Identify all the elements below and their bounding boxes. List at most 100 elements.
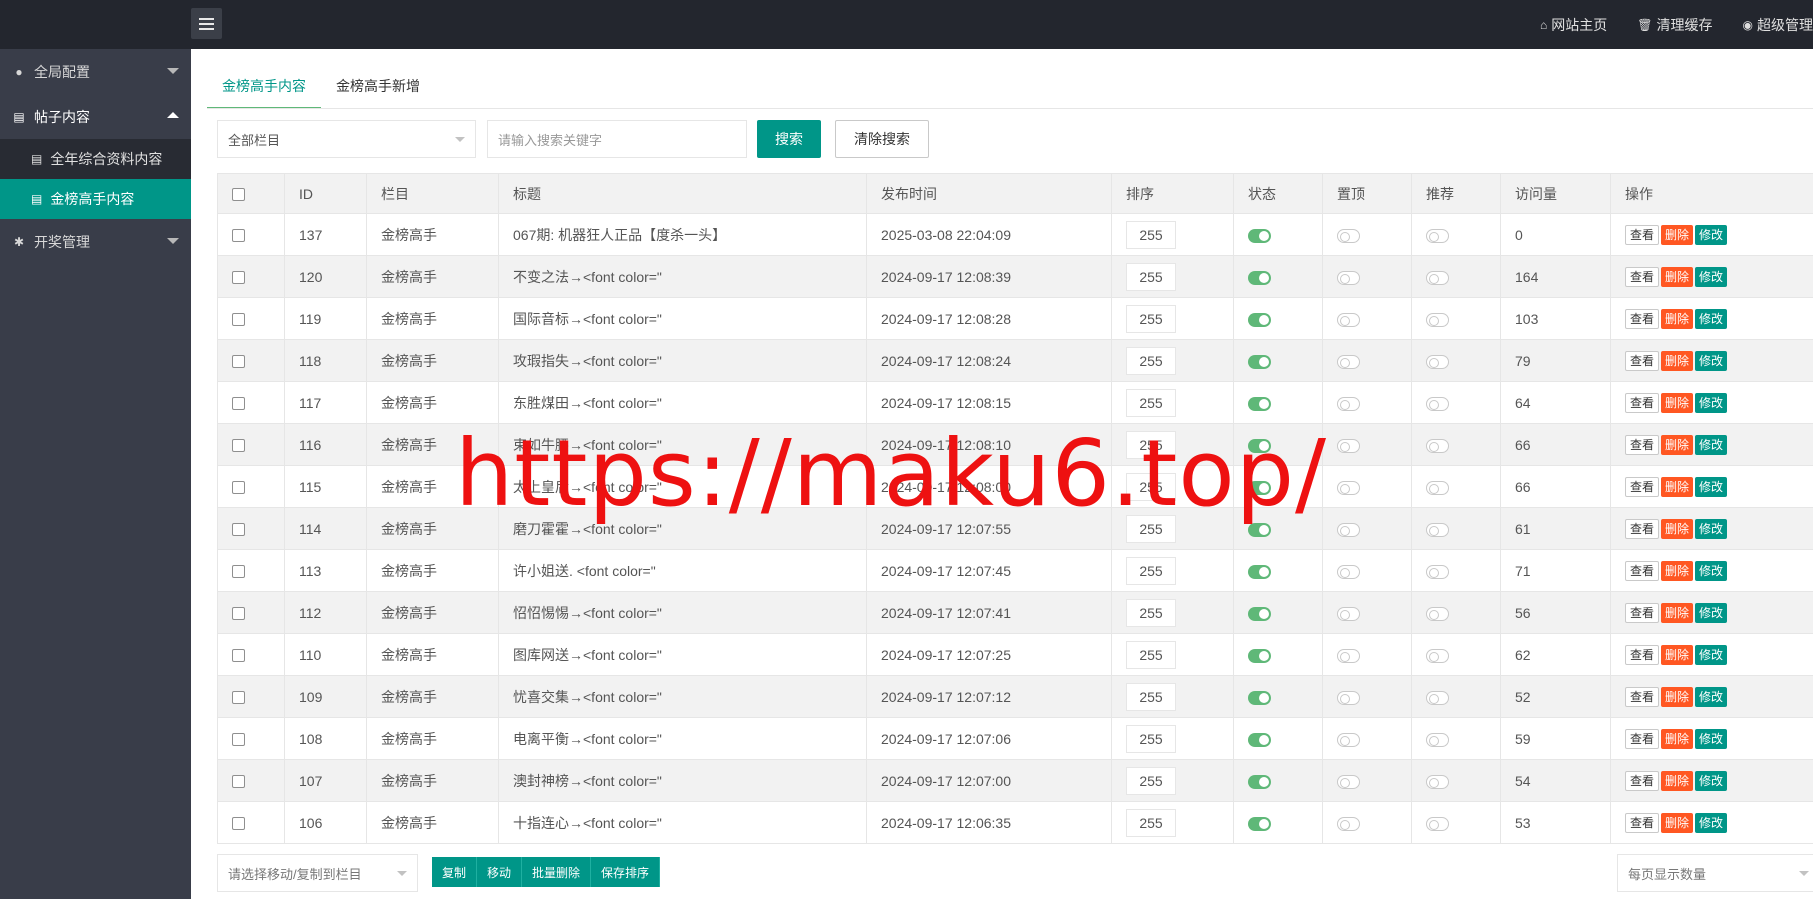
toggle-switch[interactable]: [1248, 438, 1271, 453]
move-button[interactable]: 移动: [477, 857, 523, 887]
toggle-switch[interactable]: [1337, 522, 1360, 537]
row-checkbox[interactable]: [232, 481, 245, 495]
toggle-switch[interactable]: [1426, 228, 1449, 243]
toggle-switch[interactable]: [1426, 270, 1449, 285]
toggle-switch[interactable]: [1337, 816, 1360, 831]
toggle-switch[interactable]: [1337, 480, 1360, 495]
toggle-switch[interactable]: [1337, 312, 1360, 327]
toggle-switch[interactable]: [1337, 438, 1360, 453]
move-copy-category-select[interactable]: 请选择移动/复制到栏目: [217, 854, 418, 892]
edit-button[interactable]: 修改: [1695, 434, 1728, 455]
row-checkbox[interactable]: [232, 817, 245, 831]
search-input[interactable]: 请输入搜索关键字: [487, 120, 747, 158]
toggle-switch[interactable]: [1426, 648, 1449, 663]
sort-input[interactable]: 255: [1126, 220, 1176, 249]
column-header-category[interactable]: 栏目: [366, 173, 499, 214]
clear-search-button[interactable]: 清除搜索: [835, 120, 929, 158]
toggle-switch[interactable]: [1426, 690, 1449, 705]
toggle-switch[interactable]: [1248, 774, 1271, 789]
toggle-switch[interactable]: [1337, 354, 1360, 369]
sort-input[interactable]: 255: [1126, 346, 1176, 375]
toggle-switch[interactable]: [1337, 606, 1360, 621]
row-checkbox[interactable]: [232, 565, 245, 579]
edit-button[interactable]: 修改: [1695, 308, 1728, 329]
edit-button[interactable]: 修改: [1695, 686, 1728, 707]
toggle-switch[interactable]: [1248, 648, 1271, 663]
toggle-switch[interactable]: [1426, 312, 1449, 327]
sidebar-subitem-expert-content[interactable]: ▤ 金榜高手内容: [0, 179, 191, 219]
toggle-switch[interactable]: [1248, 564, 1271, 579]
toggle-switch[interactable]: [1426, 564, 1449, 579]
view-button[interactable]: 查看: [1625, 308, 1660, 329]
view-button[interactable]: 查看: [1625, 812, 1660, 833]
delete-button[interactable]: 删除: [1661, 560, 1694, 581]
delete-button[interactable]: 删除: [1661, 392, 1694, 413]
delete-button[interactable]: 删除: [1661, 266, 1694, 287]
copy-button[interactable]: 复制: [432, 857, 478, 887]
toggle-switch[interactable]: [1248, 312, 1271, 327]
toggle-switch[interactable]: [1337, 396, 1360, 411]
edit-button[interactable]: 修改: [1695, 224, 1728, 245]
save-sort-button[interactable]: 保存排序: [591, 857, 661, 887]
edit-button[interactable]: 修改: [1695, 392, 1728, 413]
sidebar-subitem-annual-data[interactable]: ▤ 全年综合资料内容: [0, 139, 191, 179]
toggle-switch[interactable]: [1248, 522, 1271, 537]
toggle-switch[interactable]: [1426, 396, 1449, 411]
toggle-switch[interactable]: [1248, 480, 1271, 495]
row-checkbox[interactable]: [232, 355, 245, 369]
home-link[interactable]: ⌂ 网站主页: [1540, 15, 1607, 35]
sort-input[interactable]: 255: [1126, 640, 1176, 669]
sort-input[interactable]: 255: [1126, 724, 1176, 753]
toggle-switch[interactable]: [1248, 606, 1271, 621]
row-checkbox[interactable]: [232, 691, 245, 705]
toggle-switch[interactable]: [1426, 438, 1449, 453]
sort-input[interactable]: 255: [1126, 472, 1176, 501]
sort-input[interactable]: 255: [1126, 766, 1176, 795]
delete-button[interactable]: 删除: [1661, 770, 1694, 791]
sort-input[interactable]: 255: [1126, 808, 1176, 837]
toggle-switch[interactable]: [1248, 354, 1271, 369]
toggle-switch[interactable]: [1337, 648, 1360, 663]
delete-button[interactable]: 删除: [1661, 350, 1694, 371]
toggle-switch[interactable]: [1426, 774, 1449, 789]
sort-input[interactable]: 255: [1126, 262, 1176, 291]
delete-button[interactable]: 删除: [1661, 602, 1694, 623]
view-button[interactable]: 查看: [1625, 728, 1660, 749]
column-header-sort[interactable]: 排序: [1111, 173, 1234, 214]
column-header-title[interactable]: 标题: [498, 173, 867, 214]
delete-button[interactable]: 删除: [1661, 644, 1694, 665]
view-button[interactable]: 查看: [1625, 686, 1660, 707]
row-checkbox[interactable]: [232, 313, 245, 327]
edit-button[interactable]: 修改: [1695, 476, 1728, 497]
column-header-top[interactable]: 置顶: [1322, 173, 1412, 214]
toggle-switch[interactable]: [1248, 816, 1271, 831]
column-header-views[interactable]: 访问量: [1500, 173, 1611, 214]
delete-button[interactable]: 删除: [1661, 434, 1694, 455]
row-checkbox[interactable]: [232, 523, 245, 537]
row-checkbox[interactable]: [232, 649, 245, 663]
edit-button[interactable]: 修改: [1695, 770, 1728, 791]
toggle-switch[interactable]: [1248, 690, 1271, 705]
column-header-time[interactable]: 发布时间: [866, 173, 1112, 214]
toggle-switch[interactable]: [1248, 732, 1271, 747]
row-checkbox[interactable]: [232, 397, 245, 411]
toggle-switch[interactable]: [1337, 270, 1360, 285]
edit-button[interactable]: 修改: [1695, 350, 1728, 371]
toggle-switch[interactable]: [1248, 270, 1271, 285]
delete-button[interactable]: 删除: [1661, 476, 1694, 497]
delete-button[interactable]: 删除: [1661, 518, 1694, 539]
delete-button[interactable]: 删除: [1661, 812, 1694, 833]
sidebar-item-post-content[interactable]: ▤ 帖子内容: [0, 94, 191, 139]
per-page-select[interactable]: 每页显示数量: [1617, 854, 1813, 892]
toggle-switch[interactable]: [1426, 522, 1449, 537]
edit-button[interactable]: 修改: [1695, 728, 1728, 749]
tab-expert-content[interactable]: 金榜高手内容: [207, 66, 321, 109]
view-button[interactable]: 查看: [1625, 350, 1660, 371]
delete-button[interactable]: 删除: [1661, 686, 1694, 707]
select-all-checkbox[interactable]: [232, 188, 245, 202]
delete-button[interactable]: 删除: [1661, 728, 1694, 749]
delete-button[interactable]: 删除: [1661, 224, 1694, 245]
sort-input[interactable]: 255: [1126, 430, 1176, 459]
sort-input[interactable]: 255: [1126, 682, 1176, 711]
view-button[interactable]: 查看: [1625, 560, 1660, 581]
